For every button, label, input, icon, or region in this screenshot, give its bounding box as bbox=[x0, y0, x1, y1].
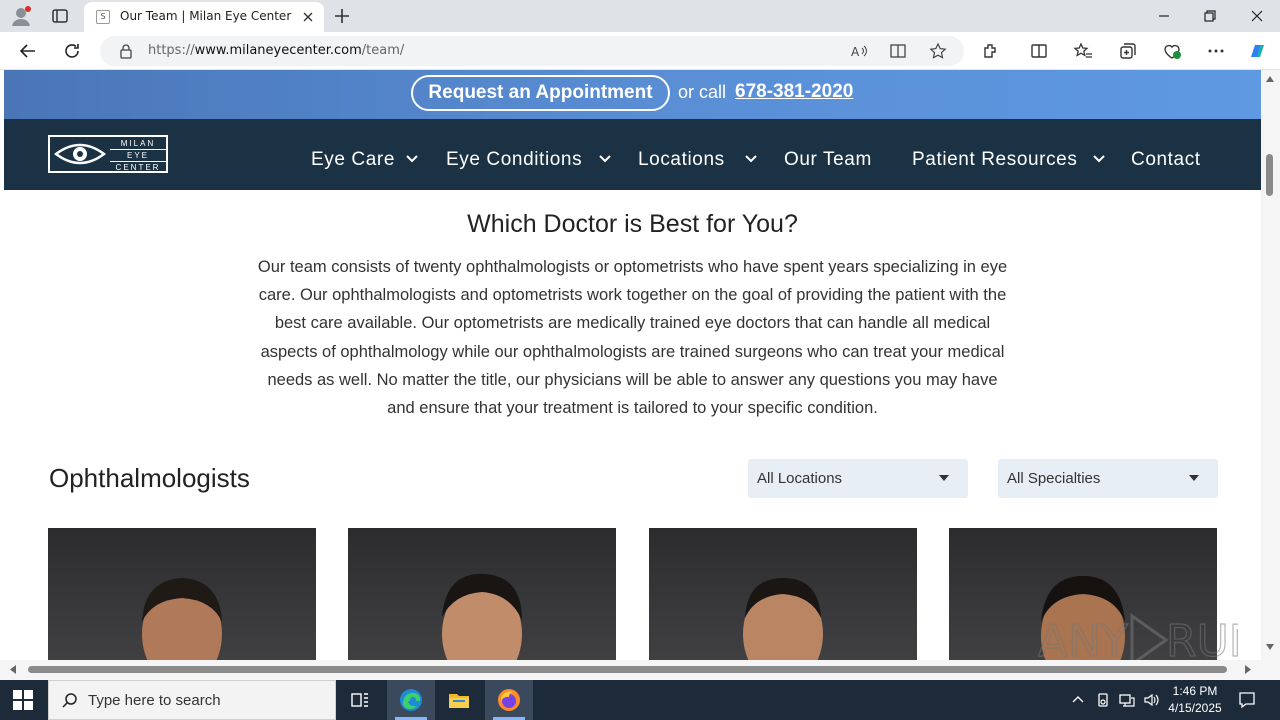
locations-filter-select[interactable]: All Locations bbox=[748, 459, 968, 498]
taskbar-firefox-app[interactable] bbox=[485, 680, 533, 720]
volume-icon[interactable] bbox=[1143, 692, 1159, 708]
system-clock[interactable]: 1:46 PM 4/15/2025 bbox=[1160, 683, 1230, 717]
eye-logo-icon bbox=[54, 143, 106, 165]
search-icon bbox=[62, 693, 77, 708]
nav-contact[interactable]: Contact bbox=[1131, 149, 1201, 171]
edge-browser-icon bbox=[400, 689, 422, 711]
profile-avatar-icon[interactable] bbox=[10, 5, 32, 27]
nav-our-team[interactable]: Our Team bbox=[784, 149, 872, 171]
scroll-left-arrow-icon[interactable] bbox=[10, 665, 16, 674]
horizontal-scrollbar[interactable] bbox=[0, 660, 1261, 680]
back-arrow-icon[interactable] bbox=[18, 41, 38, 61]
taskbar-explorer-app[interactable] bbox=[435, 680, 483, 720]
doctor-card-photo[interactable] bbox=[48, 528, 316, 680]
url-field[interactable]: https://www.milaneyecenter.com/team/ A bbox=[100, 36, 964, 66]
site-logo[interactable]: MILAN EYE CENTER bbox=[48, 135, 168, 173]
close-window-icon[interactable] bbox=[1245, 4, 1269, 28]
favorites-icon[interactable] bbox=[1073, 41, 1093, 61]
tray-device-icon[interactable] bbox=[1095, 692, 1111, 708]
task-view-icon bbox=[351, 693, 368, 707]
browser-tab-bar: S Our Team | Milan Eye Center bbox=[0, 0, 1280, 32]
clock-date: 4/15/2025 bbox=[1168, 701, 1222, 715]
favorite-star-icon[interactable] bbox=[929, 42, 947, 60]
network-icon[interactable] bbox=[1119, 692, 1135, 708]
nav-eye-care[interactable]: Eye Care bbox=[311, 149, 395, 171]
logo-wordmark: MILAN EYE CENTER bbox=[110, 138, 166, 173]
windows-start-icon[interactable] bbox=[13, 690, 33, 710]
immersive-reader-icon[interactable] bbox=[889, 42, 907, 60]
taskbar-search[interactable]: Type here to search bbox=[48, 680, 336, 720]
dropdown-arrow-icon bbox=[1189, 475, 1199, 481]
browser-essentials-icon[interactable] bbox=[1162, 41, 1182, 61]
nav-eye-conditions[interactable]: Eye Conditions bbox=[446, 149, 582, 171]
or-call-text: or call bbox=[678, 82, 727, 102]
active-tab[interactable]: S Our Team | Milan Eye Center bbox=[84, 2, 324, 32]
site-favicon-icon: S bbox=[96, 10, 110, 24]
read-aloud-icon[interactable]: A bbox=[850, 42, 868, 60]
nav-locations[interactable]: Locations bbox=[638, 149, 725, 171]
refresh-icon[interactable] bbox=[62, 41, 82, 61]
locations-filter-value: All Locations bbox=[757, 470, 843, 487]
notifications-icon[interactable] bbox=[1238, 691, 1256, 709]
horizontal-scroll-thumb[interactable] bbox=[28, 666, 1227, 673]
main-nav: MILAN EYE CENTER Eye Care Eye Conditions… bbox=[4, 119, 1261, 190]
more-menu-icon[interactable] bbox=[1206, 41, 1226, 61]
tray-overflow-chevron-icon[interactable] bbox=[1070, 692, 1086, 708]
chevron-down-icon[interactable] bbox=[405, 154, 419, 164]
section-heading: Ophthalmologists bbox=[49, 463, 250, 493]
firefox-icon bbox=[498, 689, 520, 711]
minimize-icon[interactable] bbox=[1152, 4, 1176, 28]
file-explorer-icon bbox=[449, 694, 469, 708]
chevron-down-icon[interactable] bbox=[598, 154, 612, 164]
restore-icon[interactable] bbox=[1198, 4, 1222, 28]
page-viewport: Request an Appointment or call 678-381-2… bbox=[0, 70, 1280, 680]
scroll-right-arrow-icon[interactable] bbox=[1245, 665, 1251, 674]
chevron-down-icon[interactable] bbox=[744, 154, 758, 164]
collections-icon[interactable] bbox=[1118, 41, 1138, 61]
vertical-scroll-thumb[interactable] bbox=[1266, 154, 1273, 196]
vertical-scrollbar[interactable] bbox=[1261, 70, 1280, 680]
tab-title: Our Team | Milan Eye Center bbox=[120, 9, 292, 23]
svg-text:A: A bbox=[851, 45, 860, 59]
doctor-card-photo[interactable] bbox=[649, 528, 917, 680]
split-screen-icon[interactable] bbox=[1029, 41, 1049, 61]
specialties-filter-value: All Specialties bbox=[1007, 470, 1101, 487]
page-heading: Which Doctor is Best for You? bbox=[467, 210, 798, 238]
specialties-filter-select[interactable]: All Specialties bbox=[998, 459, 1218, 498]
promo-bar: Request an Appointment or call 678-381-2… bbox=[4, 70, 1261, 119]
tab-actions-icon[interactable] bbox=[50, 6, 70, 26]
chevron-down-icon[interactable] bbox=[1092, 154, 1106, 164]
task-view-button[interactable] bbox=[336, 680, 384, 720]
dropdown-arrow-icon bbox=[939, 475, 949, 481]
url-text: https://www.milaneyecenter.com/team/ bbox=[148, 43, 405, 58]
browser-address-bar: https://www.milaneyecenter.com/team/ A bbox=[0, 32, 1280, 70]
lock-icon[interactable] bbox=[118, 43, 134, 59]
phone-link[interactable]: 678-381-2020 bbox=[735, 81, 853, 103]
copilot-icon[interactable] bbox=[1247, 41, 1267, 61]
new-tab-icon[interactable] bbox=[332, 6, 352, 26]
intro-paragraph: Our team consists of twenty ophthalmolog… bbox=[257, 258, 1008, 418]
search-placeholder: Type here to search bbox=[88, 692, 221, 709]
nav-patient-resources[interactable]: Patient Resources bbox=[912, 149, 1077, 171]
windows-taskbar: Type here to search 1:46 PM 4/15/2025 bbox=[0, 680, 1280, 720]
taskbar-edge-app[interactable] bbox=[387, 680, 435, 720]
scroll-up-arrow-icon[interactable] bbox=[1266, 76, 1274, 82]
doctor-card-photo[interactable] bbox=[348, 528, 616, 680]
scroll-down-arrow-icon[interactable] bbox=[1266, 644, 1274, 650]
request-appointment-button[interactable]: Request an Appointment bbox=[411, 75, 670, 111]
clock-time: 1:46 PM bbox=[1172, 684, 1218, 698]
extensions-icon[interactable] bbox=[981, 41, 1001, 61]
close-tab-icon[interactable] bbox=[300, 9, 316, 25]
